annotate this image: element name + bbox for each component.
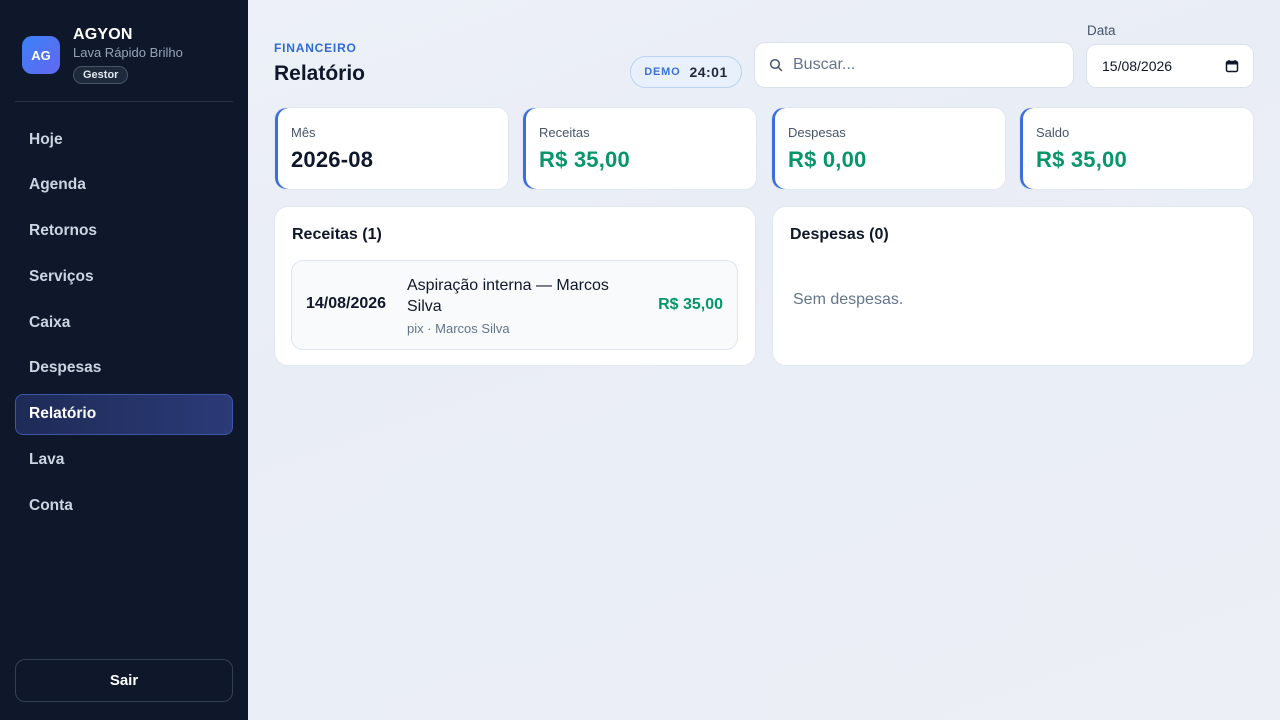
demo-label: DEMO <box>644 66 681 78</box>
brand-name: AGYON <box>73 26 133 43</box>
sidebar-item-lava[interactable]: Lava <box>15 440 233 481</box>
stat-card-receitas: Receitas R$ 35,00 <box>522 107 757 190</box>
page-eyebrow: FINANCEIRO <box>274 41 357 55</box>
search-icon <box>769 58 783 72</box>
entry-amount: R$ 35,00 <box>658 296 723 313</box>
empty-message: Sem despesas. <box>793 291 904 308</box>
brand-subtitle: Lava Rápido Brilho <box>73 45 183 60</box>
entry-description: Aspiração interna — Marcos Silva <box>407 277 609 315</box>
sidebar-item-conta[interactable]: Conta <box>15 485 233 526</box>
brand-text: AGYON Lava Rápido Brilho Gestor <box>73 26 183 84</box>
stat-value: R$ 35,00 <box>1036 147 1127 172</box>
demo-badge: DEMO 24:01 <box>630 56 742 88</box>
stat-card-despesas: Despesas R$ 0,00 <box>771 107 1006 190</box>
stat-label: Saldo <box>1036 125 1070 140</box>
receitas-panel: Receitas (1) 14/08/2026 Aspiração intern… <box>274 206 756 366</box>
sidebar-item-caixa[interactable]: Caixa <box>15 302 233 343</box>
sidebar-item-servicos[interactable]: Serviços <box>15 256 233 297</box>
stat-card-mes: Mês 2026-08 <box>274 107 509 190</box>
entry-date: 14/08/2026 <box>306 295 387 312</box>
stat-value: 2026-08 <box>291 147 374 172</box>
date-value: 15/08/2026 <box>1102 58 1173 74</box>
sidebar-divider <box>15 101 233 102</box>
demo-timer: 24:01 <box>689 64 728 80</box>
stat-value: R$ 0,00 <box>788 147 867 172</box>
stat-card-saldo: Saldo R$ 35,00 <box>1019 107 1254 190</box>
despesas-panel: Despesas (0) Sem despesas. <box>772 206 1254 366</box>
stat-value: R$ 35,00 <box>539 147 630 172</box>
sidebar-item-retornos[interactable]: Retornos <box>15 211 233 252</box>
search-input[interactable] <box>793 56 1063 74</box>
despesas-title: Despesas (0) <box>790 226 889 243</box>
calendar-icon[interactable] <box>1225 59 1239 73</box>
stat-label: Despesas <box>788 125 846 140</box>
stat-label: Mês <box>291 125 316 140</box>
sidebar-item-despesas[interactable]: Despesas <box>15 348 233 389</box>
logout-button[interactable]: Sair <box>15 659 233 702</box>
date-label: Data <box>1087 23 1116 38</box>
stat-label: Receitas <box>539 125 590 140</box>
role-badge: Gestor <box>73 66 129 84</box>
brand-avatar: AG <box>22 36 60 74</box>
entry-meta: pix · Marcos Silva <box>407 321 510 336</box>
sidebar-item-hoje[interactable]: Hoje <box>15 119 233 160</box>
page-title: Relatório <box>274 62 366 85</box>
sidebar-nav: Hoje Agenda Retornos Serviços Caixa Desp… <box>15 119 233 531</box>
receitas-title: Receitas (1) <box>292 226 382 243</box>
search-box <box>754 42 1074 88</box>
sidebar-item-agenda[interactable]: Agenda <box>15 165 233 206</box>
brand: AG AGYON Lava Rápido Brilho Gestor <box>22 26 183 84</box>
sidebar-item-relatorio[interactable]: Relatório <box>15 393 233 435</box>
date-field[interactable]: 15/08/2026 <box>1086 44 1254 88</box>
sidebar: AG AGYON Lava Rápido Brilho Gestor Hoje … <box>0 0 248 720</box>
list-item[interactable]: 14/08/2026 Aspiração interna — Marcos Si… <box>291 260 738 350</box>
